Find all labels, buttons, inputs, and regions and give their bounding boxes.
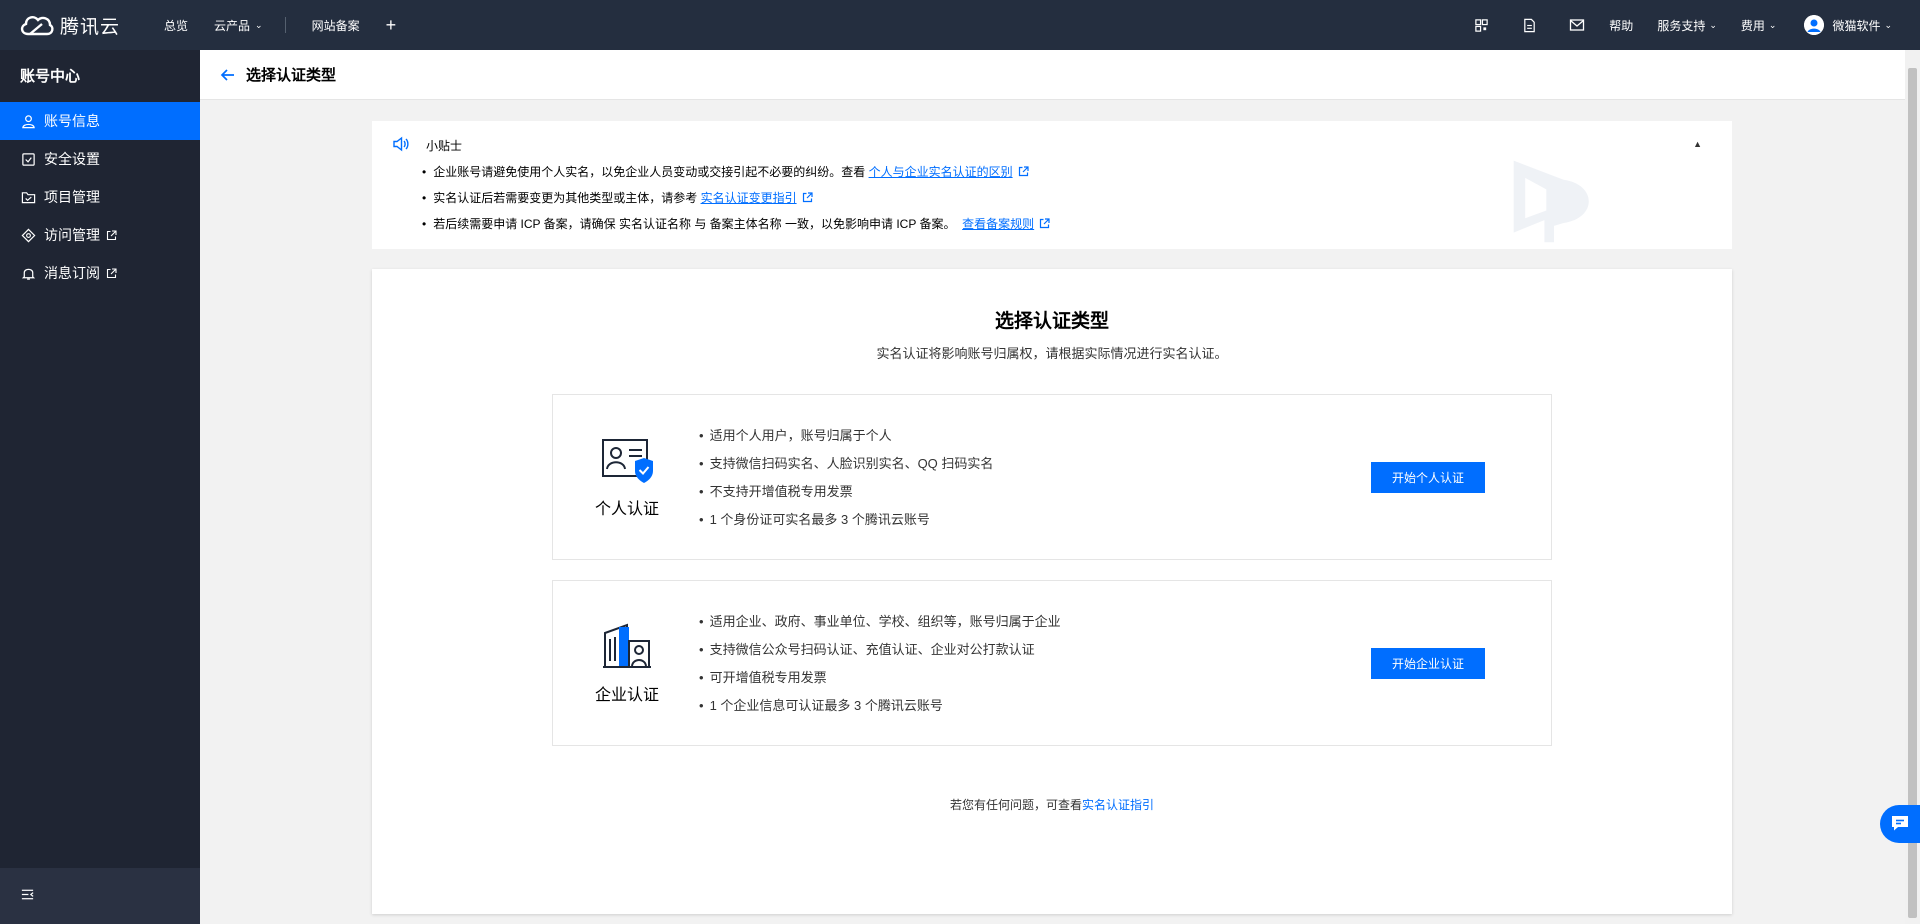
bell-icon <box>20 265 36 281</box>
page-scrollbar[interactable] <box>1905 50 1920 924</box>
auth-type-subtitle: 实名认证将影响账号归属权，请根据实际情况进行实名认证。 <box>876 346 1228 361</box>
start-personal-auth-button[interactable]: 开始个人认证 <box>1371 462 1485 493</box>
page-title: 选择认证类型 <box>246 67 337 84</box>
external-link-icon <box>106 267 117 279</box>
folder-icon <box>20 189 36 205</box>
tip-item: • 企业账号请避免使用个人实名，以免企业人员变动或交接引起不必要的纠纷。查看 个… <box>422 164 1050 190</box>
user-avatar[interactable] <box>1804 15 1825 35</box>
tip-link-change-guide[interactable]: 实名认证变更指引 <box>701 190 797 206</box>
billing-dropdown[interactable]: 费用 ⌄ <box>1741 17 1777 34</box>
sidebar-item-account-info[interactable]: 账号信息 <box>0 102 200 140</box>
brand-name: 腾讯云 <box>60 16 121 38</box>
chat-bubble-icon <box>1890 813 1910 836</box>
document-icon[interactable] <box>1521 17 1537 33</box>
personal-auth-name: 个人认证 <box>594 501 659 518</box>
back-arrow-icon[interactable] <box>220 67 236 83</box>
tencent-cloud-logo[interactable]: 腾讯云 <box>18 12 138 39</box>
support-dropdown[interactable]: 服务支持 ⌄ <box>1657 17 1717 34</box>
external-link-icon <box>802 192 813 203</box>
auth-type-card: 选择认证类型 实名认证将影响账号归属权，请根据实际情况进行实名认证。 个人认证 … <box>372 269 1732 914</box>
chevron-down-icon: ⌄ <box>1709 19 1717 30</box>
tips-list: • 企业账号请避免使用个人实名，以免企业人员变动或交接引起不必要的纠纷。查看 个… <box>422 164 1050 242</box>
mail-icon[interactable] <box>1569 17 1585 33</box>
external-link-icon <box>1039 218 1050 229</box>
enterprise-auth-features: • 适用企业、政府、事业单位、学校、组织等，账号归属于企业 • 支持微信公众号扫码认… <box>699 614 1061 726</box>
feature-item: • 1 个身份证可实名最多 3 个腾讯云账号 <box>699 512 930 527</box>
auth-type-title: 选择认证类型 <box>994 311 1109 332</box>
page-header: 选择认证类型 <box>200 50 1905 100</box>
cloud-logo-icon <box>20 16 54 36</box>
enterprise-auth-name: 企业认证 <box>594 687 659 704</box>
top-right-actions: 帮助 服务支持 ⌄ 费用 ⌄ 微猫软件 ⌄ <box>1441 0 1892 50</box>
feature-item: • 不支持开增值税专用发票 <box>699 484 853 499</box>
tips-panel: 小贴士 ▲ • 企业账号请避免使用个人实名，以免企业人员变动或交接引起不必要的纠… <box>372 121 1732 249</box>
sidebar-collapse-toggle[interactable] <box>0 868 200 924</box>
tips-label: 小贴士 <box>426 139 463 153</box>
feature-item: • 1 个企业信息可认证最多 3 个腾讯云账号 <box>699 698 943 713</box>
shield-icon <box>20 151 36 167</box>
nav-overview[interactable]: 总览 <box>164 17 188 34</box>
feature-item: • 支持微信扫码实名、人脸识别实名、QQ 扫码实名 <box>699 456 994 471</box>
nav-icp-filing[interactable]: 网站备案 <box>312 17 360 34</box>
qr-code-icon[interactable] <box>1473 17 1489 33</box>
chevron-down-icon: ⌄ <box>1884 19 1892 30</box>
speaker-watermark-icon <box>1506 151 1602 249</box>
feature-item: • 适用个人用户，账号归属于个人 <box>699 428 892 443</box>
nav-divider <box>284 17 286 33</box>
online-chat-button[interactable] <box>1880 805 1920 843</box>
nav-products-dropdown[interactable]: 云产品 ⌄ <box>214 17 263 34</box>
start-enterprise-auth-button[interactable]: 开始企业认证 <box>1371 648 1485 679</box>
sidebar-item-message-subscription[interactable]: 消息订阅 <box>0 254 200 292</box>
key-network-icon <box>20 227 36 243</box>
sidebar-item-security[interactable]: 安全设置 <box>0 140 200 178</box>
personal-auth-option: 个人认证 • 适用个人用户，账号归属于个人 • 支持微信扫码实名、人脸识别实名、QQ… <box>552 394 1552 560</box>
tip-link-filing-rules[interactable]: 查看备案规则 <box>962 216 1034 232</box>
tip-item: • 若后续需要申请 ICP 备案，请确保 实名认证名称 与 备案主体名称 一致，… <box>422 216 1050 242</box>
scrollbar-thumb[interactable] <box>1908 68 1917 918</box>
sidebar-item-access-management[interactable]: 访问管理 <box>0 216 200 254</box>
collapse-tips-icon[interactable]: ▲ <box>1693 139 1702 149</box>
tip-item: • 实名认证后若需要变更为其他类型或主体，请参考 实名认证变更指引 <box>422 190 1050 216</box>
feature-item: • 可开增值税专用发票 <box>699 670 827 685</box>
collapse-menu-icon <box>20 887 35 905</box>
sidebar: 账号中心 账号信息 安全设置 项目管理 访问管理 消息订阅 <box>0 50 200 924</box>
user-icon <box>20 113 36 129</box>
enterprise-building-icon <box>601 621 653 671</box>
top-navigation-bar: 腾讯云 总览 云产品 ⌄ 网站备案 + 帮助 服务支持 ⌄ 费用 ⌄ 微猫软件 ⌄ <box>0 0 1920 50</box>
chevron-down-icon: ⌄ <box>1768 19 1777 30</box>
external-link-icon <box>106 229 117 241</box>
chevron-down-icon: ⌄ <box>255 19 263 30</box>
feature-item: • 适用企业、政府、事业单位、学校、组织等，账号归属于企业 <box>699 614 1061 629</box>
help-link[interactable]: 帮助 <box>1609 17 1633 34</box>
help-footer-note: 若您有任何问题，可查看实名认证指引 <box>949 798 1155 812</box>
enterprise-auth-option: 企业认证 • 适用企业、政府、事业单位、学校、组织等，账号归属于企业 • 支持微信公… <box>552 580 1552 746</box>
id-card-icon <box>601 435 653 485</box>
auth-guide-link[interactable]: 实名认证指引 <box>1082 798 1154 812</box>
add-shortcut-icon[interactable]: + <box>386 15 397 36</box>
speaker-icon <box>392 136 410 155</box>
external-link-icon <box>1018 166 1029 177</box>
tips-header: 小贴士 <box>392 136 462 155</box>
sidebar-title: 账号中心 <box>20 68 81 85</box>
personal-auth-features: • 适用个人用户，账号归属于个人 • 支持微信扫码实名、人脸识别实名、QQ 扫码实名… <box>699 428 993 540</box>
feature-item: • 支持微信公众号扫码认证、充值认证、企业对公打款认证 <box>699 642 1035 657</box>
sidebar-item-projects[interactable]: 项目管理 <box>0 178 200 216</box>
user-account-dropdown[interactable]: 微猫软件 ⌄ <box>1832 17 1892 34</box>
tip-link-personal-vs-enterprise[interactable]: 个人与企业实名认证的区别 <box>869 164 1013 180</box>
